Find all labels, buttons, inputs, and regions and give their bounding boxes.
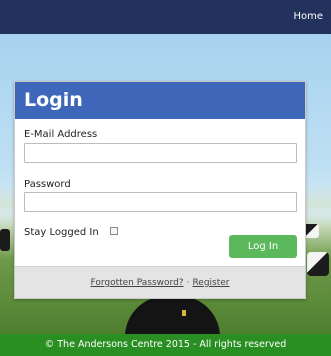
site-footer: © The Andersons Centre 2015 - All rights… [0, 334, 331, 356]
cow-foreground [125, 296, 220, 334]
cow-right [307, 252, 329, 276]
password-field[interactable] [24, 192, 297, 212]
email-label: E-Mail Address [24, 129, 98, 140]
login-button[interactable]: Log In [229, 235, 297, 258]
nav-home-link[interactable]: Home [293, 11, 323, 22]
top-navbar: Home [0, 0, 331, 34]
login-title: Login [24, 89, 83, 111]
remember-checkbox[interactable] [110, 227, 118, 235]
password-label: Password [24, 179, 71, 190]
copyright-text: © The Andersons Centre 2015 - All rights… [44, 339, 287, 350]
remember-label: Stay Logged In [24, 227, 99, 238]
login-card: Login E-Mail Address Password Stay Logge… [14, 81, 306, 299]
cow-left [0, 229, 10, 251]
login-footer: Forgotten Password? · Register [15, 266, 305, 298]
link-separator: · [186, 278, 190, 288]
login-header: Login [15, 82, 305, 119]
cow-ear-tag [182, 310, 186, 316]
email-field[interactable] [24, 143, 297, 163]
register-link[interactable]: Register [192, 278, 229, 288]
forgot-password-link[interactable]: Forgotten Password? [90, 278, 183, 288]
